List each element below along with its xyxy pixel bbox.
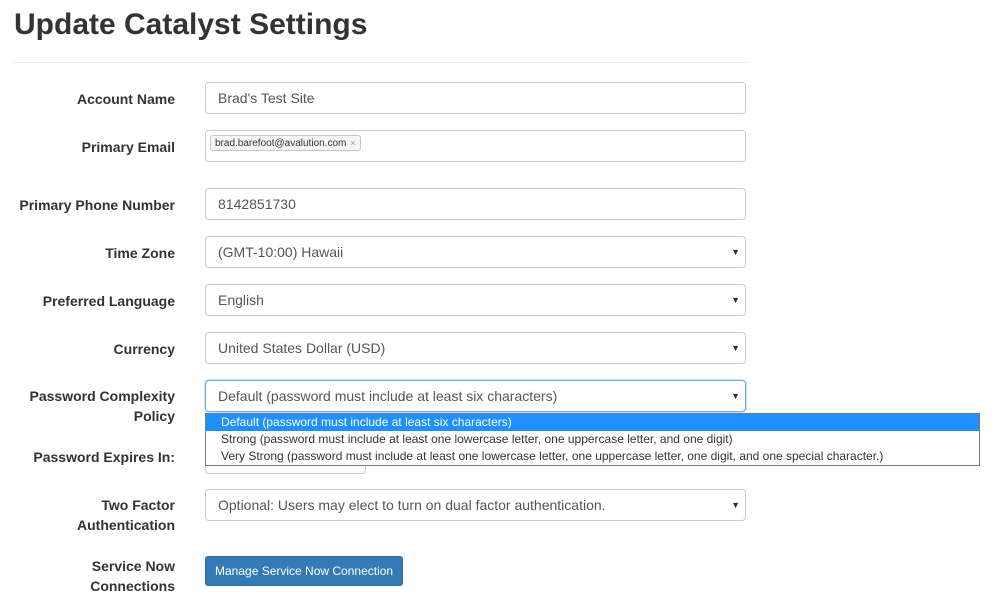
- primary-phone-label: Primary Phone Number: [19, 197, 175, 213]
- password-expires-label: Password Expires In:: [33, 449, 175, 465]
- service-now-label-line2: Connections: [90, 578, 175, 594]
- preferred-language-label: Preferred Language: [42, 293, 175, 309]
- password-policy-label-line2: Policy: [133, 408, 175, 424]
- account-name-input[interactable]: Brad's Test Site: [205, 82, 746, 114]
- two-factor-label-line2: Authentication: [77, 517, 175, 533]
- caret-down-icon: ▼: [731, 391, 740, 401]
- preferred-language-select[interactable]: English ▼: [205, 284, 746, 316]
- manage-service-now-button[interactable]: Manage Service Now Connection: [205, 556, 404, 586]
- time-zone-value: (GMT-10:00) Hawaii: [218, 244, 344, 260]
- email-tag-text: brad.barefoot@avalution.com: [215, 138, 347, 149]
- two-factor-label-line1: Two Factor: [101, 497, 175, 513]
- email-tag: brad.barefoot@avalution.com ×: [210, 135, 361, 151]
- currency-select[interactable]: United States Dollar (USD) ▼: [205, 332, 746, 364]
- settings-page: Update Catalyst Settings Account Name Br…: [0, 0, 1000, 601]
- dropdown-option-default[interactable]: Default (password must include at least …: [206, 414, 979, 431]
- two-factor-label: Two Factor Authentication: [77, 495, 175, 535]
- primary-email-label: Primary Email: [81, 139, 175, 155]
- password-policy-select[interactable]: Default (password must include at least …: [205, 380, 746, 412]
- two-factor-select[interactable]: Optional: Users may elect to turn on dua…: [205, 489, 746, 521]
- time-zone-select[interactable]: (GMT-10:00) Hawaii ▼: [205, 236, 746, 268]
- account-name-label: Account Name: [76, 91, 175, 107]
- password-policy-value: Default (password must include at least …: [218, 388, 558, 404]
- caret-down-icon: ▼: [731, 247, 740, 257]
- close-icon[interactable]: ×: [350, 138, 355, 148]
- page-title: Update Catalyst Settings: [14, 8, 368, 41]
- primary-phone-input[interactable]: 8142851730: [205, 188, 746, 220]
- service-now-label-line1: Service Now: [91, 558, 175, 574]
- password-policy-dropdown[interactable]: Default (password must include at least …: [205, 413, 980, 466]
- dropdown-option-very-strong[interactable]: Very Strong (password must include at le…: [206, 448, 979, 465]
- currency-value: United States Dollar (USD): [218, 340, 386, 356]
- two-factor-value: Optional: Users may elect to turn on dua…: [218, 497, 606, 513]
- time-zone-label: Time Zone: [105, 245, 175, 261]
- password-policy-label: Password Complexity Policy: [30, 386, 176, 426]
- caret-down-icon: ▼: [731, 500, 740, 510]
- caret-down-icon: ▼: [731, 343, 740, 353]
- caret-down-icon: ▼: [731, 295, 740, 305]
- title-divider: [14, 62, 748, 63]
- preferred-language-value: English: [218, 292, 264, 308]
- dropdown-option-strong[interactable]: Strong (password must include at least o…: [206, 431, 979, 448]
- primary-email-tag-input[interactable]: brad.barefoot@avalution.com ×: [205, 130, 746, 162]
- currency-label: Currency: [113, 341, 175, 357]
- service-now-label: Service Now Connections: [90, 556, 175, 596]
- password-policy-label-line1: Password Complexity: [29, 388, 176, 404]
- account-name-value: Brad's Test Site: [218, 90, 315, 106]
- primary-phone-value: 8142851730: [218, 196, 296, 212]
